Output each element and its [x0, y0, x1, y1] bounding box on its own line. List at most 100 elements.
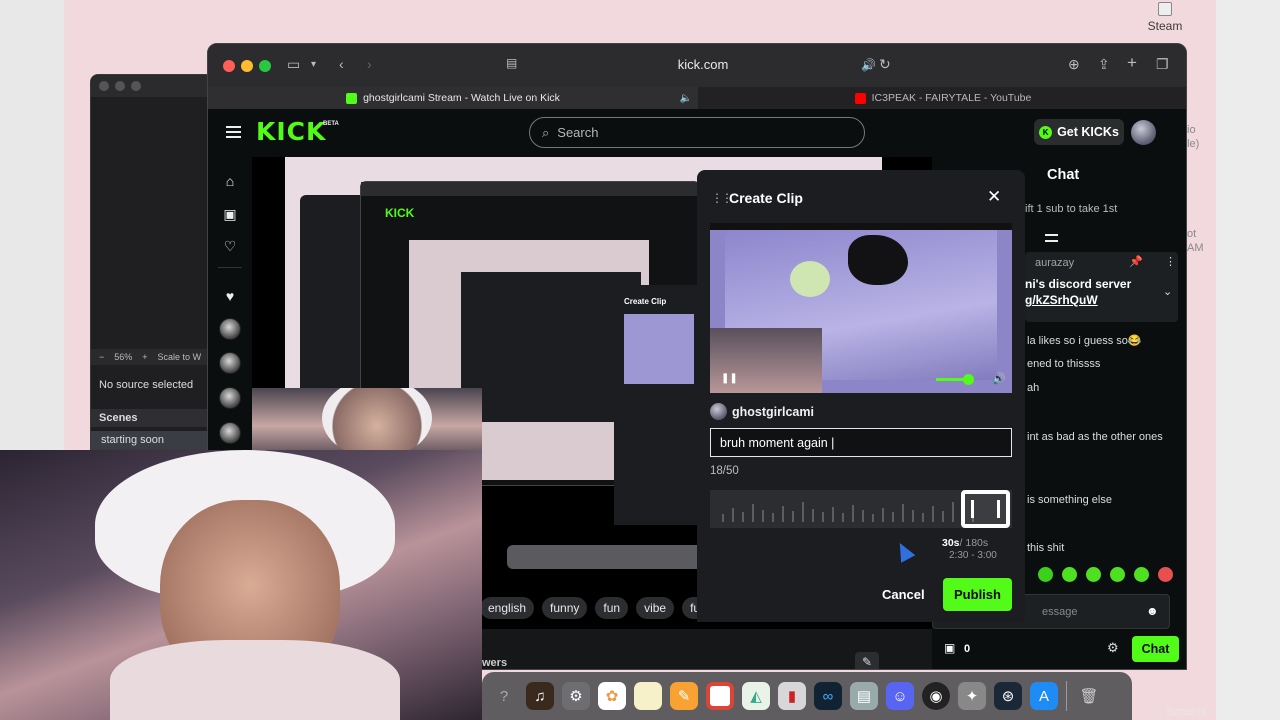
- browser-toolbar: ▭ ▾ ‹ › ▤ kick.com 🔊 ↻ ⊕ ⇪ + ❐: [208, 44, 1186, 87]
- address-bar[interactable]: kick.com: [648, 57, 758, 72]
- edit-icon[interactable]: ✎: [855, 652, 879, 669]
- zoom-in-icon[interactable]: +: [142, 352, 147, 362]
- tag-vibe[interactable]: vibe: [636, 597, 675, 619]
- pinned-link[interactable]: g/kZSrhQuW: [1025, 293, 1098, 307]
- new-tab-icon[interactable]: +: [1127, 53, 1137, 73]
- system-settings-icon[interactable]: ⚙: [562, 682, 590, 710]
- sidebar-toggle-icon[interactable]: ▭: [287, 56, 300, 73]
- more-options-icon[interactable]: ⋮: [1165, 255, 1176, 268]
- clip-preview[interactable]: ❚❚ 🔊: [710, 223, 1012, 393]
- clip-timeline[interactable]: [710, 490, 1012, 528]
- emote-icon[interactable]: [1038, 567, 1053, 582]
- zoom-window-button[interactable]: [259, 60, 271, 72]
- tag-funny[interactable]: funny: [542, 597, 588, 619]
- waveform-tick: [822, 512, 824, 522]
- emoji-icon[interactable]: ☻: [1146, 604, 1159, 618]
- chat-collapse-icon[interactable]: [1045, 234, 1058, 242]
- steam-icon[interactable]: ⊛: [994, 682, 1022, 710]
- emote-icon[interactable]: [1062, 567, 1077, 582]
- emote-icon[interactable]: [1134, 567, 1149, 582]
- webcam-overlay-small: [252, 388, 482, 451]
- publish-button[interactable]: Publish: [943, 578, 1012, 611]
- webcam-person-small: [322, 388, 432, 451]
- get-kicks-button[interactable]: K Get KICKs: [1034, 119, 1124, 145]
- close-window-button[interactable]: [223, 60, 235, 72]
- chevron-down-icon[interactable]: ▾: [311, 59, 316, 70]
- waveform-tick: [942, 511, 944, 522]
- screenshots-label: Screens: [1166, 706, 1207, 718]
- notes-icon[interactable]: [634, 682, 662, 710]
- maps-icon[interactable]: ◭: [742, 682, 770, 710]
- clip-duration: 30s/ 180s: [942, 537, 988, 549]
- followed-channel-avatar[interactable]: [219, 387, 241, 409]
- waveform-tick: [872, 514, 874, 522]
- volume-track[interactable]: [936, 374, 975, 385]
- steam-desktop-icon[interactable]: Steam: [1140, 2, 1190, 33]
- close-icon[interactable]: ✕: [987, 187, 1001, 207]
- menu-icon[interactable]: [226, 126, 241, 138]
- followed-channel-avatar[interactable]: [219, 422, 241, 444]
- chat-send-button[interactable]: Chat: [1132, 636, 1179, 662]
- pinned-user[interactable]: aurazay: [1035, 257, 1074, 269]
- tab-kick[interactable]: ghostgirlcami Stream - Watch Live on Kic…: [208, 87, 698, 109]
- kick-header: KICK BETA ⌕ Search K Get KICKs: [208, 109, 1186, 157]
- volume-icon[interactable]: 🔊: [992, 372, 1006, 385]
- following-icon[interactable]: ♡: [222, 238, 238, 254]
- get-kicks-label: Get KICKs: [1057, 125, 1119, 139]
- photos-icon[interactable]: ✿: [598, 682, 626, 710]
- cancel-button[interactable]: Cancel: [882, 587, 925, 602]
- emote-icon[interactable]: [1158, 567, 1173, 582]
- tab-overview-icon[interactable]: ❐: [1156, 56, 1169, 73]
- kick-logo[interactable]: KICK: [256, 117, 326, 146]
- downloads-icon[interactable]: ⊕: [1068, 56, 1080, 73]
- help-icon[interactable]: ?: [490, 682, 518, 710]
- home-icon[interactable]: ⌂: [222, 173, 238, 189]
- chrome-icon[interactable]: [706, 682, 734, 710]
- pin-icon[interactable]: 📌: [1129, 255, 1143, 268]
- tag-fun[interactable]: fun: [595, 597, 629, 619]
- emote-icon[interactable]: [1086, 567, 1101, 582]
- emote-icon[interactable]: [1110, 567, 1125, 582]
- waveform-tick: [862, 510, 864, 522]
- preview-app-icon[interactable]: ▤: [850, 682, 878, 710]
- followed-channel-avatar[interactable]: [219, 352, 241, 374]
- pause-icon[interactable]: ❚❚: [721, 373, 738, 384]
- kicks-icon[interactable]: ▣: [944, 641, 955, 655]
- desktop-fragment-4: AM: [1187, 242, 1204, 254]
- clip-title-input[interactable]: [710, 428, 1012, 457]
- followed-channel-avatar[interactable]: [219, 318, 241, 340]
- zoom-out-icon[interactable]: −: [99, 352, 104, 362]
- obs-icon[interactable]: ◉: [922, 682, 950, 710]
- obs-zoom-level: 56%: [114, 352, 133, 362]
- pages-icon[interactable]: ✎: [670, 682, 698, 710]
- drag-handle-icon[interactable]: ⋮⋮: [711, 191, 733, 205]
- garageband-icon[interactable]: ♫: [526, 682, 554, 710]
- share-icon[interactable]: ⇪: [1098, 56, 1110, 73]
- tab-youtube[interactable]: IC3PEAK - FAIRYTALE - YouTube: [698, 87, 1186, 109]
- clip-selection-handle[interactable]: [960, 490, 1010, 528]
- forward-icon[interactable]: ›: [367, 56, 372, 72]
- tab-mute-icon[interactable]: 🔈: [680, 93, 692, 104]
- audio-playing-icon[interactable]: 🔊: [861, 58, 876, 72]
- minimize-window-button[interactable]: [241, 60, 253, 72]
- page-menu-icon[interactable]: ▤: [506, 56, 517, 70]
- dock: ? ♫ ⚙ ✿ ✎ ◭ ▮ ∞ ▤ ☺ ◉ ✦ ⊛ A 🗑: [482, 672, 1132, 720]
- waveform-tick: [732, 508, 734, 522]
- preview-character: [790, 261, 830, 297]
- trash-icon[interactable]: 🗑: [1075, 682, 1103, 710]
- chevron-down-icon[interactable]: ⌄: [1163, 285, 1172, 298]
- browse-icon[interactable]: ▣: [222, 206, 238, 222]
- search-input[interactable]: ⌕ Search: [529, 117, 865, 148]
- waveform-tick: [752, 504, 754, 522]
- back-icon[interactable]: ‹: [339, 56, 344, 72]
- reload-icon[interactable]: ↻: [879, 56, 891, 73]
- ios-app-icon[interactable]: ▮: [778, 682, 806, 710]
- xcode-icon[interactable]: ✦: [958, 682, 986, 710]
- discord-icon[interactable]: ☺: [886, 682, 914, 710]
- tag-english[interactable]: english: [480, 597, 535, 619]
- chat-settings-icon[interactable]: ⚙: [1107, 640, 1119, 656]
- waveform-tick: [882, 508, 884, 522]
- capcut-icon[interactable]: ∞: [814, 682, 842, 710]
- user-avatar[interactable]: [1131, 120, 1156, 145]
- app-store-icon[interactable]: A: [1030, 682, 1058, 710]
